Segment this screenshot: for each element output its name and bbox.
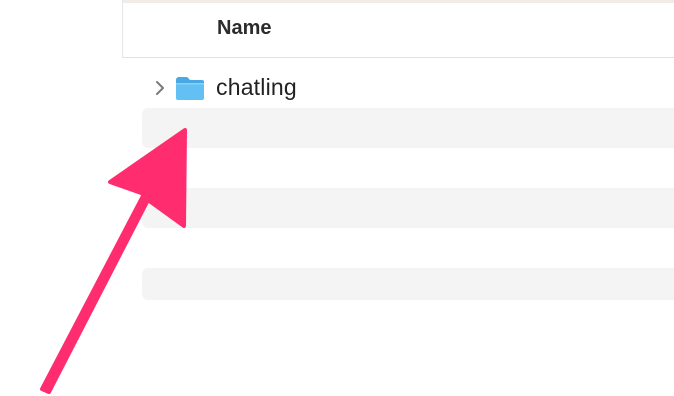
empty-row	[142, 108, 674, 148]
name-column-header[interactable]: Name	[217, 17, 271, 40]
list-item-chatling[interactable]: chatling	[142, 68, 674, 108]
item-name: chatling	[216, 74, 297, 100]
empty-row	[142, 188, 674, 228]
folder-icon	[174, 74, 206, 102]
empty-row	[142, 268, 674, 300]
chevron-right-icon[interactable]	[152, 77, 168, 99]
list-header: Name	[122, 3, 674, 58]
finder-list-view: Name chatling	[0, 0, 674, 396]
